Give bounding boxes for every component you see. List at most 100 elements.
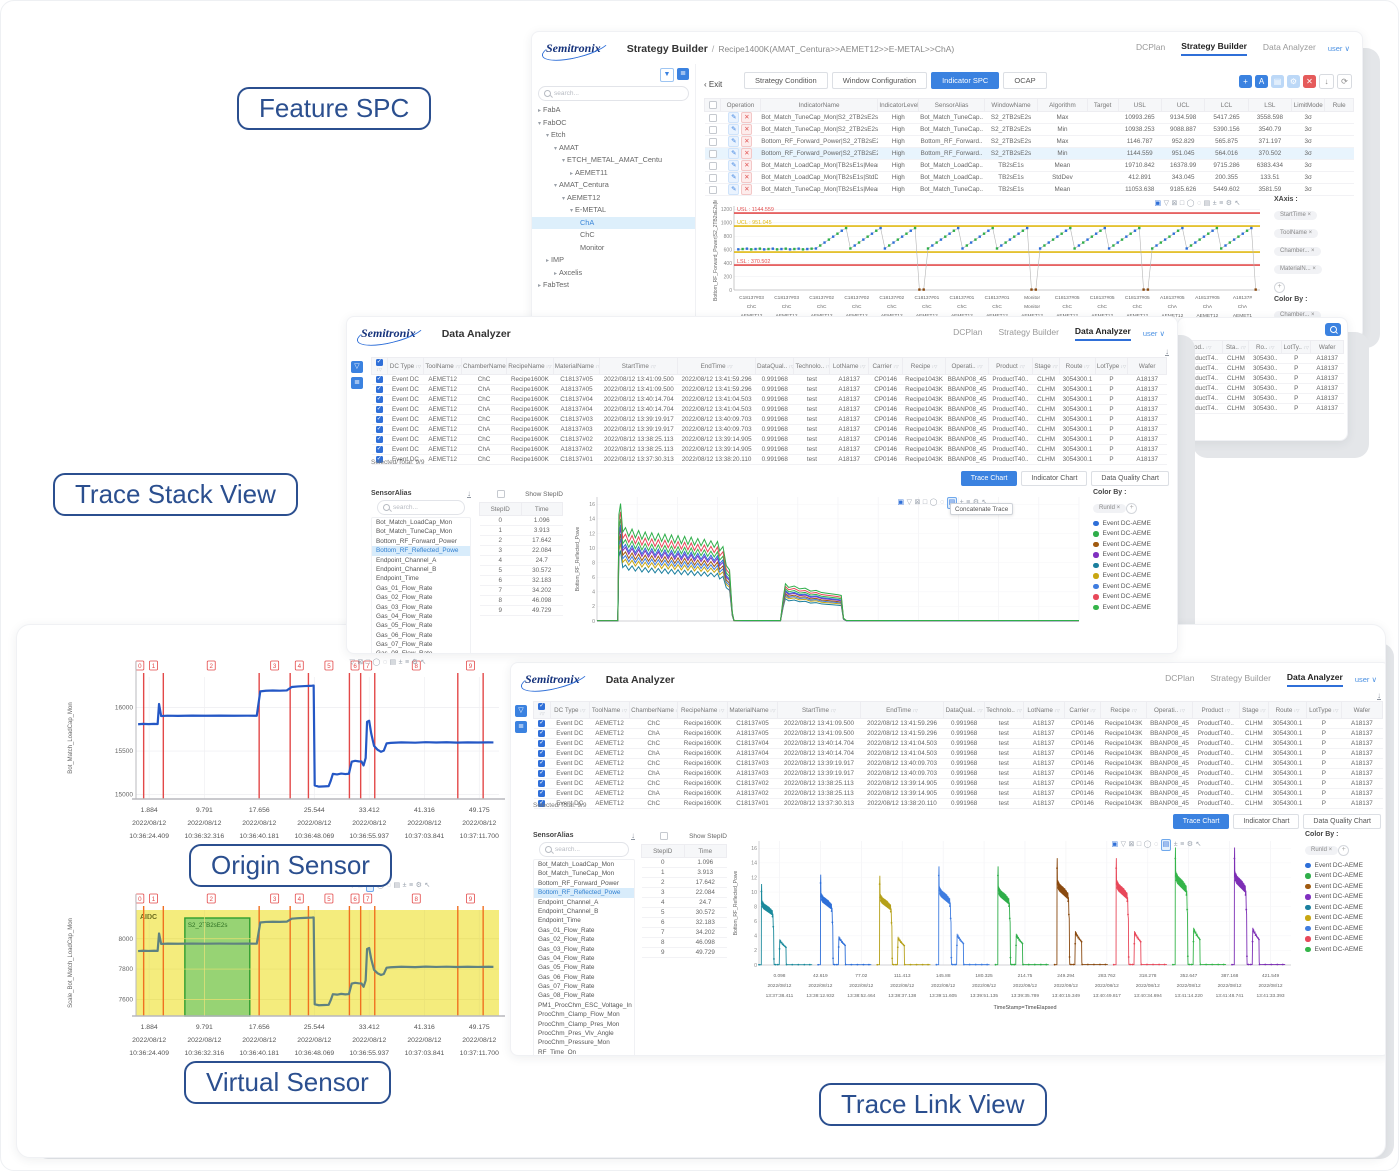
sensor-item[interactable]: Gas_03_Flow_Rate [372, 603, 470, 612]
table-row[interactable]: ✓Event DCAEMET12ChARecipe1600KA18137#032… [372, 425, 1167, 435]
table-row[interactable]: 322.084 [480, 546, 563, 556]
table-row[interactable]: 217.642 [642, 878, 727, 888]
table-row[interactable]: 01.096 [642, 858, 727, 868]
table-row[interactable]: 949.729 [480, 606, 563, 616]
table-row[interactable]: 530.572 [480, 566, 563, 576]
legend-item[interactable]: Event DC-AEME [1093, 529, 1173, 540]
sidebar-item-amat[interactable]: ▾AMAT [532, 142, 695, 155]
sensor-item[interactable]: Bot_Match_LoadCap_Mon [534, 860, 634, 869]
table-row[interactable]: 734.202 [642, 928, 727, 938]
delete-button[interactable]: ✕ [1303, 75, 1316, 88]
row-checkbox[interactable]: ✓ [538, 780, 545, 787]
concatenate-trace-icon[interactable]: ▤ [390, 658, 397, 668]
delete-icon[interactable]: ✕ [741, 172, 752, 183]
add-colorby-icon[interactable]: + [1126, 503, 1137, 514]
sensor-item[interactable]: ProcChm_Pres_Vlv_Angle [534, 1029, 634, 1038]
legend-item[interactable]: Event DC-AEME [1093, 518, 1173, 529]
nav-strategy-builder[interactable]: Strategy Builder [998, 327, 1058, 340]
table-row[interactable]: ✎✕Bot_Match_LoadCap_Mon|TB2sE1s|StdDevHi… [705, 172, 1354, 184]
nav-data-analyzer[interactable]: Data Analyzer [1075, 326, 1131, 341]
nav-data-analyzer[interactable]: Data Analyzer [1263, 42, 1316, 55]
sensor-item[interactable]: Bot_Match_LoadCap_Mon [372, 518, 470, 527]
filter-icon[interactable]: ▽ [515, 705, 527, 717]
table-row[interactable]: ✓Event DCAEMET12ChCRecipe1600KC18137#042… [534, 739, 1383, 749]
refresh-button[interactable]: ⟳ [1337, 74, 1352, 89]
sensor-item[interactable]: Gas_05_Flow_Rate [534, 963, 634, 972]
table-row[interactable]: ✓Event DCAEMET12ChCRecipe1600KC18137#022… [372, 435, 1167, 445]
sidebar-item-fabtest[interactable]: ▸FabTest [532, 279, 695, 292]
zoom-box-icon[interactable]: ⊠ [1172, 199, 1178, 209]
circle-select-icon[interactable]: ◯ [1187, 199, 1195, 209]
tab-window-configuration[interactable]: Window Configuration [832, 72, 927, 89]
concatenate-trace-icon[interactable]: ▤ [1204, 199, 1211, 209]
table-row[interactable]: 217.642 [480, 536, 563, 546]
table-row[interactable]: ✓Event DCAEMET12ChARecipe1600KA18137#052… [372, 385, 1167, 395]
row-checkbox[interactable] [709, 162, 717, 170]
table-row[interactable]: ✎✕Bottom_RF_Forward_Power|S2_2TB2sE2s|..… [705, 136, 1354, 148]
sidebar-item-axcelis[interactable]: ▸Axcelis [532, 267, 695, 280]
nav-dcplan[interactable]: DCPlan [1165, 673, 1194, 686]
sensor-item[interactable]: RF_Time_On [534, 1048, 634, 1056]
table-row[interactable]: 424.7 [642, 898, 727, 908]
concatenate-trace-icon[interactable]: ▤ [1161, 839, 1172, 851]
xaxis-chip[interactable]: Chamber... × [1274, 247, 1321, 256]
list-icon[interactable]: ≡ [1219, 199, 1223, 209]
sensor-item[interactable]: Gas_04_Flow_Rate [372, 612, 470, 621]
add-indicator-button[interactable]: + [1239, 75, 1252, 88]
nav-strategy-builder[interactable]: Strategy Builder [1181, 41, 1247, 56]
legend-item[interactable]: Event DC-AEME [1093, 592, 1173, 603]
table-row[interactable]: 13.913 [480, 526, 563, 536]
lasso-icon[interactable]: ▽ [1164, 199, 1169, 209]
delete-icon[interactable]: ✕ [741, 112, 752, 123]
clear-select-icon[interactable]: ◌ [383, 658, 387, 668]
sensor-item[interactable]: Endpoint_Time [534, 916, 634, 925]
circle-select-icon[interactable]: ◯ [1144, 840, 1152, 850]
row-checkbox[interactable]: ✓ [538, 770, 545, 777]
table-row[interactable]: 13.913 [642, 868, 727, 878]
download-icon[interactable]: ± [403, 881, 407, 891]
row-checkbox[interactable]: ✓ [538, 760, 545, 767]
add-xaxis-icon[interactable]: + [1274, 282, 1285, 293]
list-view-icon[interactable]: ≣ [677, 68, 689, 80]
sensor-item[interactable]: Bot_Match_TuneCap_Mon [372, 527, 470, 536]
table-row[interactable]: ✎✕Bot_Match_TuneCap_Mon|S2_2TB2sE2s|..Hi… [705, 112, 1354, 124]
table-row[interactable]: ✎✕Bottom_RF_Forward_Power|S2_2TB2sE2s|..… [705, 148, 1354, 160]
lasso-icon[interactable]: ▽ [1121, 840, 1126, 850]
add-colorby-icon[interactable]: + [1338, 845, 1349, 856]
edit-icon[interactable]: ✎ [728, 184, 739, 195]
table-row[interactable]: 424.7 [480, 556, 563, 566]
legend-item[interactable]: Event DC-AEME [1093, 539, 1173, 550]
show-stepid-checkbox[interactable]: Show StepID [479, 489, 563, 499]
row-checkbox[interactable]: ✓ [376, 416, 383, 423]
legend-item[interactable]: Event DC-AEME [1093, 571, 1173, 582]
rect-select-icon[interactable]: □ [1180, 199, 1184, 209]
delete-icon[interactable]: ✕ [741, 160, 752, 171]
table-row[interactable]: ProductT4..CLHM305430..PA18137 [1181, 374, 1344, 384]
table-row[interactable]: ✓Event DCAEMET12ChARecipe1600KA18137#052… [534, 729, 1383, 739]
download-icon[interactable]: ± [1213, 199, 1217, 209]
sensor-item[interactable]: Gas_08_Flow_Rate [534, 991, 634, 1000]
sidebar-item-aemet12[interactable]: ▾AEMET12 [532, 192, 695, 205]
sidebar-item-cha[interactable]: ChA [532, 217, 695, 230]
sidebar-item-amat_centura[interactable]: ▾AMAT_Centura [532, 179, 695, 192]
nav-strategy-builder[interactable]: Strategy Builder [1210, 673, 1270, 686]
sensor-item[interactable]: Bottom_RF_Reflected_Powe [534, 888, 634, 897]
table-row[interactable]: ✓Event DCAEMET12ChARecipe1600KA18137#022… [372, 445, 1167, 455]
clear-select-icon[interactable]: ◌ [940, 498, 944, 508]
nav-data-analyzer[interactable]: Data Analyzer [1287, 672, 1343, 687]
settings-button[interactable]: ⚙ [1287, 75, 1300, 88]
table-row[interactable]: ProductT4..CLHM305430..PA18137 [1181, 364, 1344, 374]
edit-icon[interactable]: ✎ [728, 160, 739, 171]
lasso-icon[interactable]: ▽ [907, 498, 912, 508]
sensor-search-input[interactable]: search... [377, 500, 465, 515]
button-indicator-chart[interactable]: Indicator Chart [1021, 471, 1087, 486]
export-button[interactable]: ↓ [1319, 74, 1334, 89]
delete-icon[interactable]: ✕ [741, 148, 752, 159]
list-view-icon[interactable]: ≣ [351, 377, 363, 389]
xaxis-chip[interactable]: StartTime × [1274, 211, 1317, 220]
user-menu[interactable]: user ∨ [1143, 329, 1165, 338]
list-icon[interactable]: ≡ [405, 658, 409, 668]
list-view-icon[interactable]: ≣ [515, 721, 527, 733]
sidebar-item-faba[interactable]: ▸FabA [532, 104, 695, 117]
rect-select-icon[interactable]: □ [1137, 840, 1141, 850]
